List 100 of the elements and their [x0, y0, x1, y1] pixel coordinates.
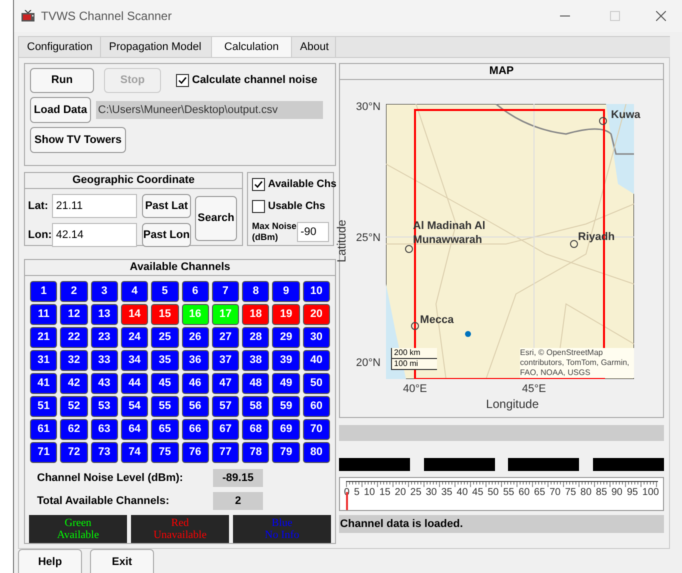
channel-button[interactable]: 9 — [272, 281, 300, 302]
channel-button[interactable]: 25 — [151, 327, 179, 348]
tab[interactable]: Configuration — [18, 37, 101, 57]
channel-button[interactable]: 44 — [120, 373, 148, 394]
channel-button[interactable]: 71 — [30, 442, 58, 463]
channel-button[interactable]: 59 — [272, 396, 300, 417]
channel-button[interactable]: 42 — [60, 373, 88, 394]
channel-button[interactable]: 55 — [151, 396, 179, 417]
channel-button[interactable]: 11 — [30, 304, 58, 325]
checkmark-icon — [178, 76, 187, 85]
channel-button[interactable]: 66 — [182, 419, 209, 440]
channel-button[interactable]: 31 — [30, 350, 58, 371]
channel-button[interactable]: 23 — [90, 327, 118, 348]
channel-button[interactable]: 2 — [60, 281, 88, 302]
channel-button[interactable]: 19 — [272, 304, 300, 325]
channel-button[interactable]: 65 — [151, 419, 179, 440]
channel-button[interactable]: 57 — [212, 396, 240, 417]
channel-button[interactable]: 29 — [272, 327, 300, 348]
indicator-bar — [508, 458, 580, 471]
channel-button[interactable]: 46 — [182, 373, 209, 394]
legend-label: Green Available — [29, 515, 128, 543]
channel-button[interactable]: 8 — [242, 281, 270, 302]
channel-button[interactable]: 22 — [60, 327, 88, 348]
channel-button[interactable]: 74 — [120, 442, 148, 463]
max-noise-field[interactable]: -90 — [297, 222, 329, 242]
channel-button[interactable]: 76 — [182, 442, 209, 463]
channel-button[interactable]: 28 — [242, 327, 270, 348]
channel-button[interactable]: 75 — [151, 442, 179, 463]
channel-button[interactable]: 67 — [212, 419, 240, 440]
channel-button[interactable]: 36 — [182, 350, 209, 371]
channel-button[interactable]: 63 — [90, 419, 118, 440]
channel-button[interactable]: 72 — [60, 442, 88, 463]
channel-button[interactable]: 61 — [30, 419, 58, 440]
channel-button[interactable]: 3 — [90, 281, 118, 302]
checkbox[interactable] — [252, 200, 265, 214]
channel-button[interactable]: 79 — [272, 442, 300, 463]
channel-button[interactable]: 58 — [242, 396, 270, 417]
channel-button[interactable]: 40 — [302, 350, 330, 371]
channel-button[interactable]: 30 — [302, 327, 330, 348]
channel-button[interactable]: 49 — [272, 373, 300, 394]
checkbox[interactable] — [176, 74, 189, 87]
checkbox[interactable] — [252, 178, 265, 192]
channel-button[interactable]: 77 — [212, 442, 240, 463]
channel-button[interactable]: 69 — [272, 419, 300, 440]
tab[interactable]: Calculation — [212, 37, 292, 57]
channel-button[interactable]: 70 — [302, 419, 330, 440]
channel-button[interactable]: 43 — [90, 373, 118, 394]
channel-button[interactable]: 48 — [242, 373, 270, 394]
lon-field[interactable]: 42.14 — [52, 223, 137, 247]
channel-button[interactable]: 33 — [90, 350, 118, 371]
channel-button[interactable]: 50 — [302, 373, 330, 394]
channel-button[interactable]: 18 — [242, 304, 270, 325]
channel-button[interactable]: 56 — [182, 396, 209, 417]
channel-button[interactable]: 4 — [120, 281, 148, 302]
channel-button[interactable]: 80 — [302, 442, 330, 463]
channel-button[interactable]: 41 — [30, 373, 58, 394]
footer-button[interactable]: Help — [18, 549, 82, 573]
button[interactable]: Past Lat — [142, 194, 191, 218]
channel-button[interactable]: 24 — [120, 327, 148, 348]
channel-button[interactable]: 51 — [30, 396, 58, 417]
channel-button[interactable]: 37 — [212, 350, 240, 371]
channel-button[interactable]: 39 — [272, 350, 300, 371]
channel-button[interactable]: 7 — [212, 281, 240, 302]
channel-button[interactable]: 15 — [151, 304, 179, 325]
channel-button[interactable]: 53 — [90, 396, 118, 417]
channel-button[interactable]: 45 — [151, 373, 179, 394]
button[interactable]: Load Data — [30, 97, 91, 123]
channel-button[interactable]: 5 — [151, 281, 179, 302]
channel-button[interactable]: 35 — [151, 350, 179, 371]
channel-button[interactable]: 62 — [60, 419, 88, 440]
channel-button[interactable]: 6 — [182, 281, 209, 302]
channel-button[interactable]: 27 — [212, 327, 240, 348]
channel-button[interactable]: 54 — [120, 396, 148, 417]
channel-button[interactable]: 1 — [30, 281, 58, 302]
channel-button[interactable]: 32 — [60, 350, 88, 371]
map-attribution: Esri, © OpenStreetMap contributors, TomTom, Garmin, FAO, NOAA, USGS — [520, 348, 634, 378]
button[interactable]: Search — [195, 196, 237, 241]
channel-button[interactable]: 60 — [302, 396, 330, 417]
channel-button[interactable]: 64 — [120, 419, 148, 440]
channel-button[interactable]: 26 — [182, 327, 209, 348]
channel-button[interactable]: 20 — [302, 304, 330, 325]
footer-button[interactable]: Exit — [90, 549, 154, 573]
channel-button[interactable]: 78 — [242, 442, 270, 463]
channel-button[interactable]: 12 — [60, 304, 88, 325]
gauge-label: 90 — [611, 487, 622, 499]
channel-button[interactable]: 68 — [242, 419, 270, 440]
channel-button[interactable]: 47 — [212, 373, 240, 394]
button[interactable]: Show TV Towers — [30, 127, 126, 153]
lat-field[interactable]: 21.11 — [52, 194, 137, 218]
button[interactable]: Past Lon — [142, 223, 191, 247]
channel-button[interactable]: 34 — [120, 350, 148, 371]
channel-button[interactable]: 38 — [242, 350, 270, 371]
channel-button[interactable]: 73 — [90, 442, 118, 463]
close-icon[interactable] — [656, 11, 666, 21]
channel-button[interactable]: 10 — [302, 281, 330, 302]
channel-button[interactable]: 52 — [60, 396, 88, 417]
channel-button[interactable]: 13 — [90, 304, 118, 325]
button[interactable]: Run — [30, 68, 94, 93]
channel-button[interactable]: 21 — [30, 327, 58, 348]
channel-button[interactable]: 14 — [120, 304, 148, 325]
